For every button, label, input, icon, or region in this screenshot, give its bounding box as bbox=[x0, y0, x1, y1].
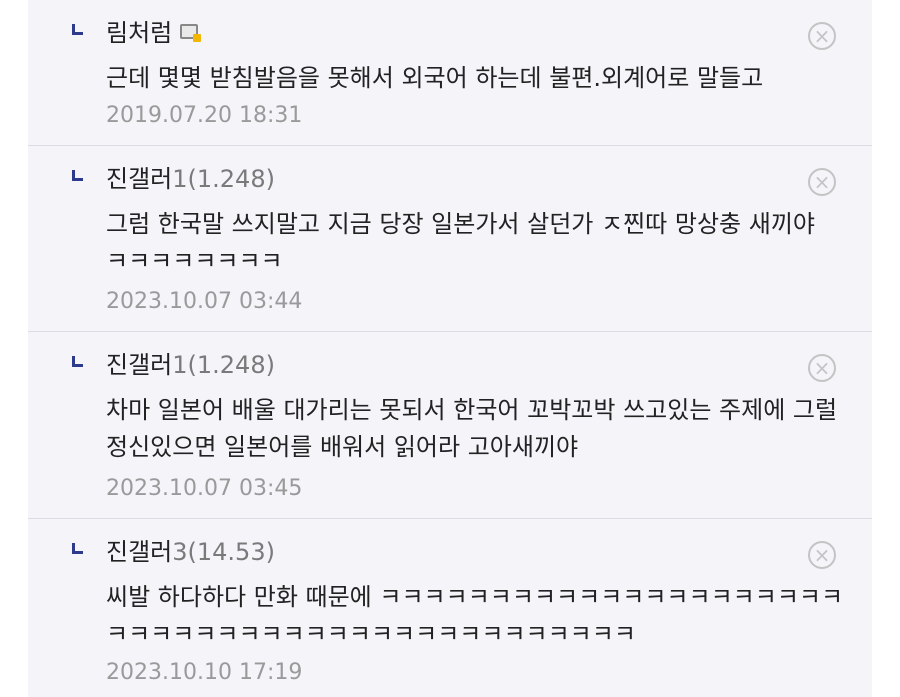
close-circle-icon: × bbox=[813, 543, 831, 567]
comment-item: 림처럼 × 근데 몇몇 받침발음을 못해서 외국어 하는데 불편.외계어로 말들… bbox=[28, 0, 872, 146]
close-circle-icon: × bbox=[813, 170, 831, 194]
comment-nickname[interactable]: 진갤러 bbox=[106, 165, 172, 193]
comment-timestamp: 2023.10.10 17:19 bbox=[106, 660, 303, 685]
comment-list: 림처럼 × 근데 몇몇 받침발음을 못해서 외국어 하는데 불편.외계어로 말들… bbox=[28, 0, 872, 697]
delete-comment-button[interactable]: × bbox=[808, 354, 836, 382]
comment-author: 진갤러1(1.248) bbox=[106, 350, 275, 380]
comment-item: 진갤러1(1.248) × 그럼 한국말 쓰지말고 지금 당장 일본가서 살던가… bbox=[28, 146, 872, 332]
reply-arrow-icon bbox=[72, 356, 83, 367]
delete-comment-button[interactable]: × bbox=[808, 541, 836, 569]
comment-ip: 1(1.248) bbox=[172, 351, 275, 379]
delete-comment-button[interactable]: × bbox=[808, 22, 836, 50]
comment-text: 그럼 한국말 쓰지말고 지금 당장 일본가서 살던가 ㅈ찐따 망상충 새끼야 ㅋ… bbox=[106, 210, 815, 275]
reply-arrow-icon bbox=[72, 24, 83, 35]
comment-item: 진갤러3(14.53) × 씨발 하다하다 만화 때문에 ㅋㅋㅋㅋㅋㅋㅋㅋㅋㅋㅋ… bbox=[28, 519, 872, 697]
comment-item: 진갤러1(1.248) × 차마 일본어 배울 대가리는 못되서 한국어 꼬박꼬… bbox=[28, 332, 872, 519]
gallery-badge-icon bbox=[180, 24, 202, 42]
comment-timestamp: 2023.10.07 03:45 bbox=[106, 476, 303, 501]
comment-author: 진갤러3(14.53) bbox=[106, 537, 275, 567]
comment-nickname[interactable]: 진갤러 bbox=[106, 538, 172, 566]
reply-arrow-icon bbox=[72, 543, 83, 554]
comment-nickname[interactable]: 진갤러 bbox=[106, 351, 172, 379]
comment-timestamp: 2019.07.20 18:31 bbox=[106, 103, 303, 128]
comment-author: 림처럼 bbox=[106, 18, 202, 48]
reply-arrow-icon bbox=[72, 170, 83, 181]
comment-timestamp: 2023.10.07 03:44 bbox=[106, 289, 303, 314]
comment-nickname[interactable]: 림처럼 bbox=[106, 19, 172, 47]
comment-ip: 3(14.53) bbox=[172, 538, 275, 566]
comment-text: 차마 일본어 배울 대가리는 못되서 한국어 꼬박꼬박 쓰고있는 주제에 그럴 … bbox=[106, 396, 838, 461]
close-circle-icon: × bbox=[813, 356, 831, 380]
comment-text: 근데 몇몇 받침발음을 못해서 외국어 하는데 불편.외계어로 말들고 bbox=[106, 64, 764, 92]
delete-comment-button[interactable]: × bbox=[808, 168, 836, 196]
close-circle-icon: × bbox=[813, 24, 831, 48]
comment-author: 진갤러1(1.248) bbox=[106, 164, 275, 194]
comment-text: 씨발 하다하다 만화 때문에 ㅋㅋㅋㅋㅋㅋㅋㅋㅋㅋㅋㅋㅋㅋㅋㅋㅋㅋㅋㅋㅋㅋㅋㅋㅋ… bbox=[106, 583, 844, 648]
comment-ip: 1(1.248) bbox=[172, 165, 275, 193]
